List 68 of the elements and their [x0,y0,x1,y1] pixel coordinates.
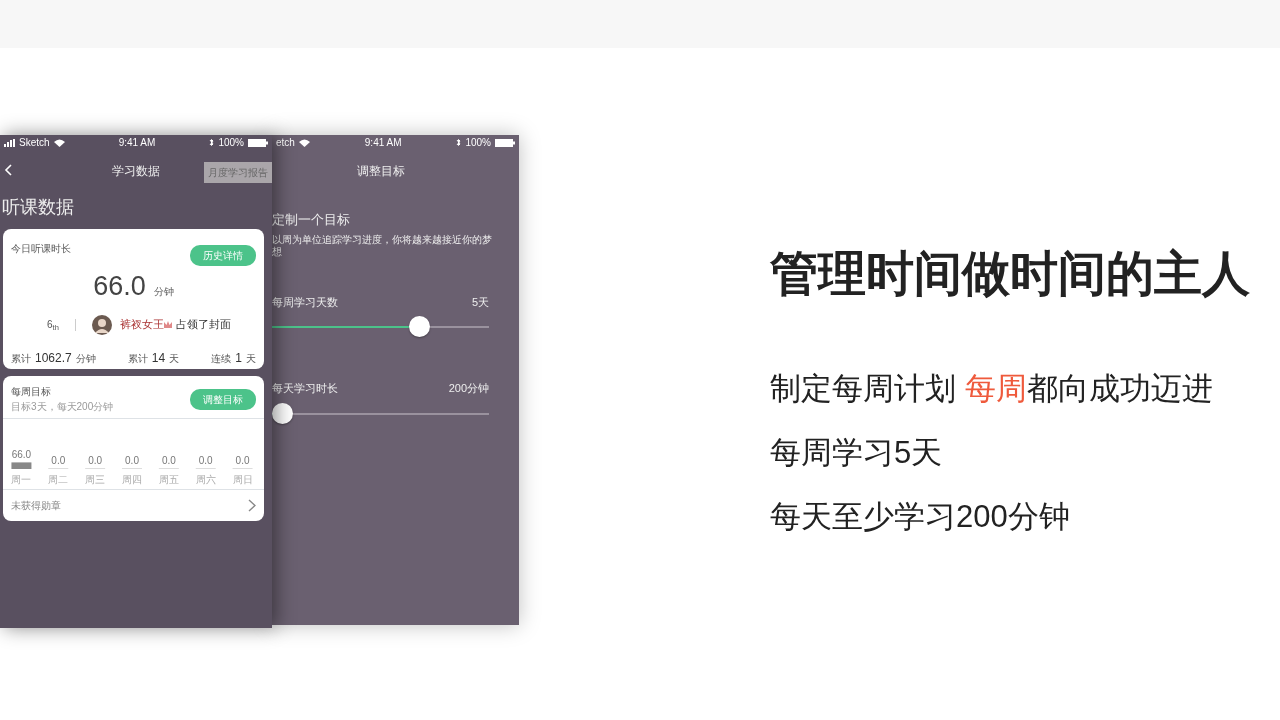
day-label: 周日 [232,474,253,485]
stat-label: 累计 [11,351,31,366]
battery-icon [495,138,515,147]
duration-value: 66.0 [93,270,146,303]
setting-label: 每周学习天数 [272,294,338,310]
slider-track[interactable] [272,316,489,338]
adjust-goal-button[interactable]: 调整目标 [190,388,256,410]
goal-subtitle: 目标3天，每天200分钟 [11,400,114,414]
wifi-icon [53,138,65,147]
battery-icon [248,138,268,147]
card-label: 今日听课时长 [11,242,71,256]
bar-value: 0.0 [88,455,103,466]
crown-icon [163,321,172,328]
avatar [91,314,112,335]
day-label: 周六 [195,474,216,485]
stat-value: 14 [151,349,166,367]
slider-track[interactable] [272,402,489,425]
user-name: 裤衩女王 [119,317,164,333]
cover-message: 占领了封面 [175,317,231,333]
history-button[interactable]: 历史详情 [190,245,256,266]
battery-level: 100% [218,136,244,150]
stat-label: 连续 [211,351,232,366]
goal-description: 以周为单位追踪学习进度，你将越来越接近你的梦想 [272,233,493,258]
screen-title: 学习数据 [112,163,160,180]
slide-text: 每天至少学习200分钟 [770,498,1070,536]
bar-value: 0.0 [125,455,139,466]
battery-level: 100% [465,136,491,150]
stat-unit: 分钟 [75,351,96,366]
bar-value: 0.0 [235,455,250,466]
slider-thumb[interactable] [409,316,431,337]
setting-value: 200分钟 [448,381,489,396]
status-time: 9:41 AM [364,136,402,150]
goal-title: 每周目标 [11,385,52,399]
medal-row[interactable]: 未获得勋章 [3,489,264,521]
screen-title: 调整目标 [356,163,405,180]
stat-value: 1062.7 [35,349,72,367]
bar-value: 0.0 [51,455,66,466]
bar-value: 0.0 [161,455,176,466]
signal-icon [4,138,15,147]
carrier-name: etch [276,136,295,150]
wifi-icon [298,138,310,147]
back-icon[interactable] [4,164,12,176]
slide-text: 制定每周计划 每周都向成功迈进 [770,370,1213,408]
day-label: 周四 [122,474,142,485]
setting-value: 5天 [471,294,489,310]
slider-thumb[interactable] [272,402,293,424]
carrier-name: Sketch [19,136,50,150]
bar-value: 66.0 [11,449,32,461]
stat-value: 1 [235,349,242,367]
rank-text: 6$_{th}$ [47,318,59,332]
medal-text: 未获得勋章 [11,499,61,513]
stat-unit: 天 [246,351,256,366]
day-label: 周五 [158,474,179,485]
stat-unit: 天 [169,351,180,366]
stat-label: 累计 [127,351,148,366]
slide-title: 管理时间做时间的主人 [770,246,1250,302]
day-label: 周三 [85,474,106,485]
bluetooth-icon [456,138,462,147]
setting-label: 每天学习时长 [272,381,338,396]
bluetooth-icon [209,138,215,147]
section-heading: 听课数据 [1,196,75,219]
chart-bar [11,462,32,469]
goal-heading: 定制一个目标 [272,211,351,229]
bar-value: 0.0 [198,455,213,466]
status-time: 9:41 AM [118,136,156,150]
slide-text: 每周学习5天 [770,434,943,472]
chevron-icon [248,499,256,512]
duration-unit: 分钟 [153,285,174,299]
